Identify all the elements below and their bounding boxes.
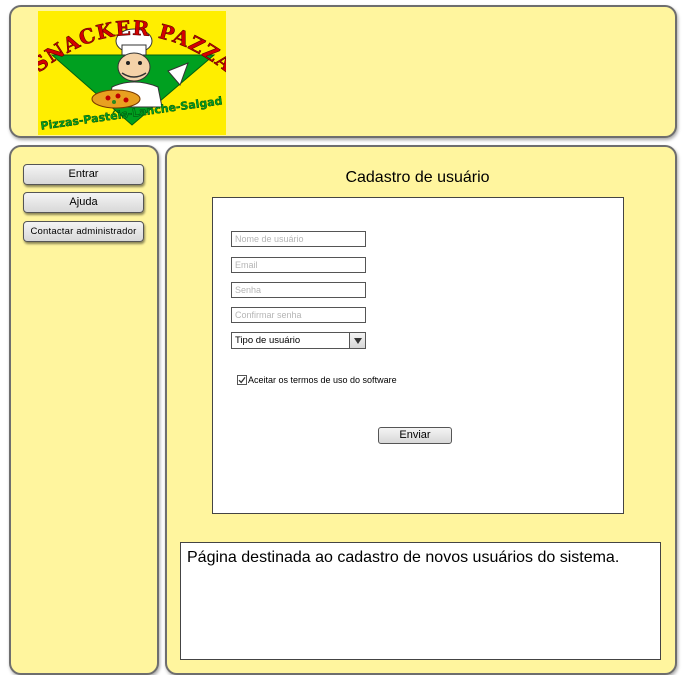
logo-graphic: SNACKER PAZZA Pizzas-Pastéis-Lanche-Salg… <box>38 11 226 135</box>
password-input[interactable] <box>231 282 366 298</box>
user-type-select[interactable]: Tipo de usuário <box>231 332 366 349</box>
user-type-selected: Tipo de usuário <box>235 335 301 346</box>
email-input[interactable] <box>231 257 366 273</box>
contact-admin-button[interactable]: Contactar administrador <box>23 221 144 242</box>
page-description: Página destinada ao cadastro de novos us… <box>180 542 661 660</box>
help-button[interactable]: Ajuda <box>23 192 144 213</box>
username-input[interactable] <box>231 231 366 247</box>
logo: SNACKER PAZZA Pizzas-Pastéis-Lanche-Salg… <box>38 11 226 135</box>
terms-checkbox[interactable] <box>237 375 247 385</box>
checkmark-icon <box>238 377 246 384</box>
login-button[interactable]: Entrar <box>23 164 144 185</box>
chevron-down-icon[interactable] <box>349 333 365 348</box>
page-title: Cadastro de usuário <box>345 169 490 186</box>
confirm-password-input[interactable] <box>231 307 366 323</box>
submit-button[interactable]: Enviar <box>378 427 452 444</box>
terms-label: Aceitar os termos de uso do software <box>248 375 397 385</box>
